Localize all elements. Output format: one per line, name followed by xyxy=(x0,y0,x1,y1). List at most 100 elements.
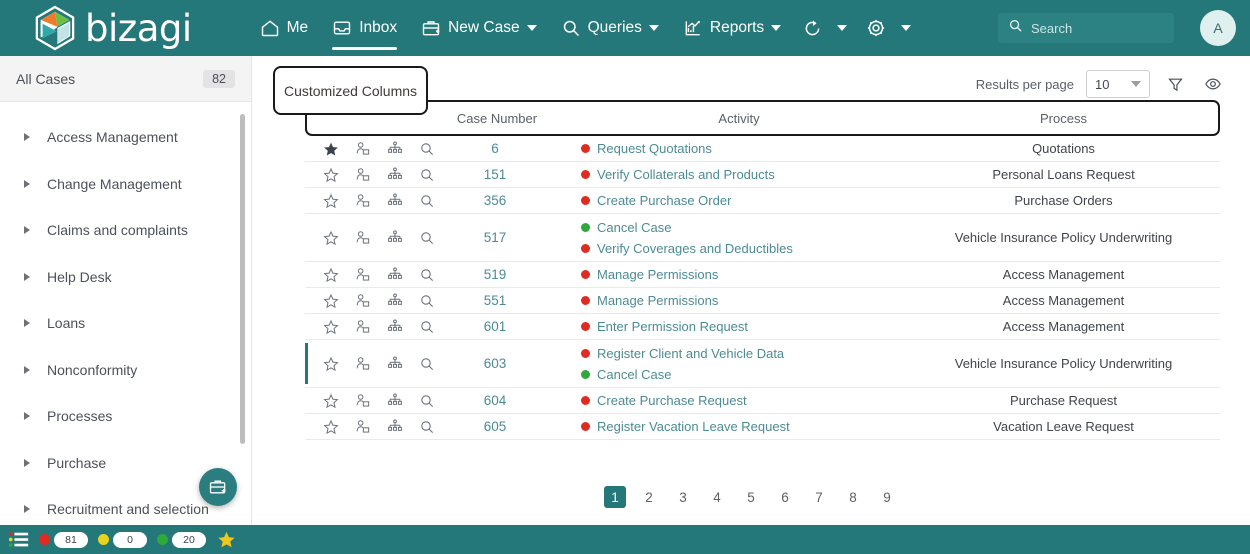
favorite-star-icon[interactable] xyxy=(323,230,339,246)
pagination-page-4[interactable]: 4 xyxy=(706,486,728,508)
sidebar-item-claims-and-complaints[interactable]: Claims and complaints xyxy=(0,207,251,254)
sidebar-item-change-management[interactable]: Change Management xyxy=(0,161,251,208)
case-number-link[interactable]: 356 xyxy=(423,193,567,208)
pagination-page-8[interactable]: 8 xyxy=(842,486,864,508)
sidebar-item-processes[interactable]: Processes xyxy=(0,393,251,440)
case-number-link[interactable]: 604 xyxy=(423,393,567,408)
workflow-icon[interactable] xyxy=(387,141,403,157)
sidebar-item-nonconformity[interactable]: Nonconformity xyxy=(0,347,251,394)
favorite-star-icon[interactable] xyxy=(323,356,339,372)
workflow-icon[interactable] xyxy=(387,230,403,246)
status-counter[interactable]: 20 xyxy=(157,531,206,548)
sidebar-item-loans[interactable]: Loans xyxy=(0,300,251,347)
favorite-star-icon[interactable] xyxy=(323,193,339,209)
nav-item-reports[interactable]: Reports xyxy=(671,0,793,56)
favorite-star-icon[interactable] xyxy=(323,419,339,435)
column-header-case-number[interactable]: Case Number xyxy=(425,111,569,126)
workflow-icon[interactable] xyxy=(387,419,403,435)
sidebar-scrollbar[interactable] xyxy=(240,114,245,444)
workflow-icon[interactable] xyxy=(387,356,403,372)
nav-item-refresh[interactable] xyxy=(793,0,856,56)
case-number-link[interactable]: 519 xyxy=(423,267,567,282)
pagination-page-1[interactable]: 1 xyxy=(604,486,626,508)
filter-button[interactable] xyxy=(1162,71,1188,97)
workflow-icon[interactable] xyxy=(387,293,403,309)
case-number-link[interactable]: 517 xyxy=(423,230,567,245)
assign-user-icon[interactable] xyxy=(355,356,371,372)
assign-user-icon[interactable] xyxy=(355,393,371,409)
table-row[interactable]: 517 Cancel Case Verify Coverages and Deduc… xyxy=(305,214,1220,262)
sidebar-item-access-management[interactable]: Access Management xyxy=(0,114,251,161)
assign-user-icon[interactable] xyxy=(355,319,371,335)
status-counter[interactable]: 81 xyxy=(39,531,88,548)
activity-item[interactable]: Verify Collaterals and Products xyxy=(581,167,775,182)
column-header-activity[interactable]: Activity xyxy=(569,111,909,126)
nav-item-queries[interactable]: Queries xyxy=(549,0,671,56)
favorite-star-icon[interactable] xyxy=(323,319,339,335)
case-number-link[interactable]: 605 xyxy=(423,419,567,434)
case-number-link[interactable]: 6 xyxy=(423,141,567,156)
activity-item[interactable]: Request Quotations xyxy=(581,141,712,156)
nav-item-inbox[interactable]: Inbox xyxy=(320,0,409,56)
nav-item-settings[interactable] xyxy=(856,0,920,56)
activity-item[interactable]: Register Client and Vehicle Data xyxy=(581,346,784,361)
workflow-icon[interactable] xyxy=(387,319,403,335)
case-number-link[interactable]: 601 xyxy=(423,319,567,334)
results-per-page-select[interactable]: 10 xyxy=(1086,70,1150,98)
activity-item[interactable]: Manage Permissions xyxy=(581,267,718,282)
assign-user-icon[interactable] xyxy=(355,141,371,157)
activity-item[interactable]: Manage Permissions xyxy=(581,293,718,308)
case-number-link[interactable]: 603 xyxy=(423,356,567,371)
workflow-icon[interactable] xyxy=(387,393,403,409)
table-row[interactable]: 603 Register Client and Vehicle Data Cance… xyxy=(305,340,1220,388)
user-avatar[interactable]: A xyxy=(1200,10,1236,46)
activity-item[interactable]: Register Vacation Leave Request xyxy=(581,419,790,434)
assign-user-icon[interactable] xyxy=(355,267,371,283)
nav-item-new-case[interactable]: New Case xyxy=(409,0,549,56)
assign-user-icon[interactable] xyxy=(355,419,371,435)
toggle-visibility-button[interactable] xyxy=(1200,71,1226,97)
pagination-page-3[interactable]: 3 xyxy=(672,486,694,508)
table-row[interactable]: 604 Create Purchase Request Purchase Reque… xyxy=(305,388,1220,414)
table-row[interactable]: 151 Verify Collaterals and Products Person… xyxy=(305,162,1220,188)
assign-user-icon[interactable] xyxy=(355,167,371,183)
sidebar-item-help-desk[interactable]: Help Desk xyxy=(0,254,251,301)
pagination-page-9[interactable]: 9 xyxy=(876,486,898,508)
table-row[interactable]: 605 Register Vacation Leave Request Vacati… xyxy=(305,414,1220,440)
activity-item[interactable]: Verify Coverages and Deductibles xyxy=(581,241,793,256)
pagination-page-2[interactable]: 2 xyxy=(638,486,660,508)
favorite-star-icon[interactable] xyxy=(323,267,339,283)
table-row[interactable]: 551 Manage Permissions Access Management xyxy=(305,288,1220,314)
workflow-icon[interactable] xyxy=(387,193,403,209)
activity-item[interactable]: Cancel Case xyxy=(581,220,671,235)
activity-item[interactable]: Create Purchase Order xyxy=(581,193,731,208)
activity-item[interactable]: Cancel Case xyxy=(581,367,671,382)
table-row[interactable]: 601 Enter Permission Request Access Manage… xyxy=(305,314,1220,340)
pagination-page-5[interactable]: 5 xyxy=(740,486,762,508)
favorite-star-icon[interactable] xyxy=(323,293,339,309)
favorite-star-icon[interactable] xyxy=(323,141,339,157)
list-menu-icon[interactable] xyxy=(8,530,30,549)
assign-user-icon[interactable] xyxy=(355,230,371,246)
assign-user-icon[interactable] xyxy=(355,293,371,309)
table-row[interactable]: 6 Request Quotations Quotations xyxy=(305,136,1220,162)
new-case-fab-button[interactable] xyxy=(199,468,237,506)
table-row[interactable]: 519 Manage Permissions Access Management xyxy=(305,262,1220,288)
activity-item[interactable]: Enter Permission Request xyxy=(581,319,748,334)
case-number-link[interactable]: 551 xyxy=(423,293,567,308)
column-header-process[interactable]: Process xyxy=(909,111,1218,126)
favorite-star-icon[interactable] xyxy=(323,167,339,183)
sidebar-item-all-cases[interactable]: All Cases 82 xyxy=(0,56,251,102)
brand-logo[interactable]: bizagi xyxy=(34,5,192,51)
workflow-icon[interactable] xyxy=(387,167,403,183)
nav-item-me[interactable]: Me xyxy=(248,0,321,56)
global-search-input[interactable]: Search xyxy=(998,13,1174,43)
activity-item[interactable]: Create Purchase Request xyxy=(581,393,747,408)
star-icon[interactable] xyxy=(217,530,236,549)
favorite-star-icon[interactable] xyxy=(323,393,339,409)
table-row[interactable]: 356 Create Purchase Order Purchase Orders xyxy=(305,188,1220,214)
pagination-page-7[interactable]: 7 xyxy=(808,486,830,508)
case-number-link[interactable]: 151 xyxy=(423,167,567,182)
status-counter[interactable]: 0 xyxy=(98,531,147,548)
pagination-page-6[interactable]: 6 xyxy=(774,486,796,508)
